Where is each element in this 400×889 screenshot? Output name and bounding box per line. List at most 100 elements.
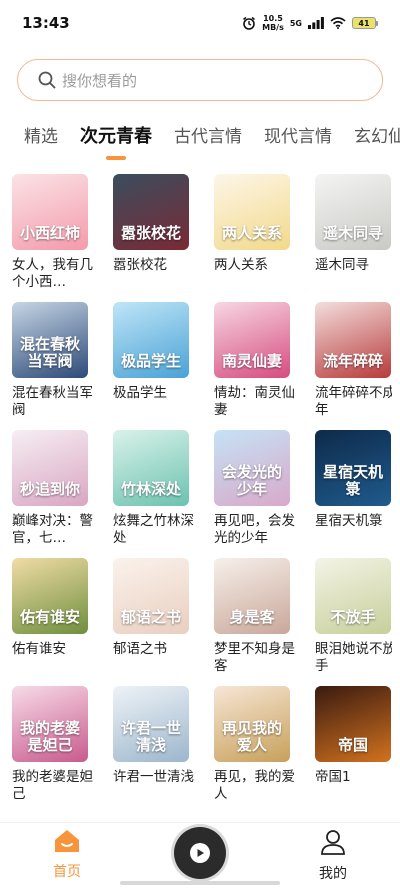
search-icon (38, 71, 56, 89)
book-title[interactable]: 郁语之书 (113, 641, 197, 658)
book-cover-title: 流年碎碎 (322, 352, 383, 370)
book-cover[interactable]: 身是客 (214, 558, 290, 634)
book-card[interactable]: 星宿天机箓 星宿天机箓 (315, 430, 391, 558)
battery-icon: 41 (352, 17, 378, 29)
book-cover-title: 身是客 (229, 608, 275, 626)
book-cover[interactable]: 佑有谁安 (12, 558, 88, 634)
book-cover-title: 许君一世清浅 (120, 719, 181, 754)
book-cover[interactable]: 我的老婆是妲己 (12, 686, 88, 762)
book-cover[interactable]: 嚣张校花 (113, 174, 189, 250)
book-card[interactable]: 郁语之书 郁语之书 (113, 558, 189, 686)
network-type: 5G (289, 18, 302, 28)
nav-mine[interactable]: 我的 (303, 829, 363, 883)
book-cover[interactable]: 遥木同寻 (315, 174, 391, 250)
tab-1[interactable]: 次元青春 (80, 118, 152, 156)
wifi-icon (330, 17, 346, 29)
book-card[interactable]: 小西红柿女人，我有几个小西… (12, 174, 93, 302)
book-title[interactable]: 佑有谁安 (12, 641, 96, 658)
book-title[interactable]: 女人，我有几个小西… (12, 257, 96, 291)
book-card[interactable]: 流年碎碎流年碎碎不成年 (315, 302, 392, 430)
home-icon (55, 830, 79, 852)
book-title[interactable]: 梦里不知身是客 (214, 641, 298, 675)
book-cover[interactable]: 再见我的爱人 (214, 686, 290, 762)
book-title[interactable]: 两人关系 (214, 257, 298, 274)
net-speed-value: 10.5 (263, 14, 283, 23)
book-title[interactable]: 许君一世清浅 (113, 769, 197, 786)
book-cover[interactable]: 南灵仙妻 (214, 302, 290, 378)
book-cover-title: 嚣张校花 (120, 224, 181, 242)
category-tabs: 精选次元青春古代言情现代言情玄幻仙侠 (24, 118, 400, 166)
book-cover-title: 两人关系 (221, 224, 282, 242)
book-cover-title: 不放手 (330, 608, 376, 626)
book-cover-title: 竹林深处 (120, 480, 181, 498)
book-cover-title: 我的老婆是妲己 (19, 719, 80, 754)
book-card[interactable]: 嚣张校花 嚣张校花 (113, 174, 189, 302)
book-card[interactable]: 我的老婆是妲己 我的老婆是妲己 (12, 686, 93, 814)
book-card[interactable]: 帝国帝国1 (315, 686, 391, 814)
book-card[interactable]: 不放手眼泪她说不放手 (315, 558, 392, 686)
book-title[interactable]: 极品学生 (113, 385, 197, 402)
search-placeholder: 搜你想看的 (62, 71, 138, 90)
book-cover[interactable]: 两人关系 (214, 174, 290, 250)
book-card[interactable]: 两人关系 两人关系 (214, 174, 290, 302)
book-cover[interactable]: 混在春秋当军阀 (12, 302, 88, 378)
book-card[interactable]: 会发光的少年再见吧，会发光的少年 (214, 430, 295, 558)
book-card[interactable]: 秒追到你巅峰对决：警官，七… (12, 430, 93, 558)
book-cover[interactable]: 流年碎碎 (315, 302, 391, 378)
book-cover[interactable]: 竹林深处 (113, 430, 189, 506)
book-title[interactable]: 遥木同寻 (315, 257, 392, 274)
home-indicator (120, 881, 280, 885)
book-title[interactable]: 眼泪她说不放手 (315, 641, 392, 675)
book-cover[interactable]: 极品学生 (113, 302, 189, 378)
play-icon (190, 843, 210, 863)
tab-0[interactable]: 精选 (24, 118, 58, 156)
book-cover-title: 混在春秋当军阀 (19, 335, 80, 370)
book-card[interactable]: 竹林深处炫舞之竹林深处 (113, 430, 194, 558)
book-cover[interactable]: 会发光的少年 (214, 430, 290, 506)
book-title[interactable]: 再见吧，会发光的少年 (214, 513, 298, 547)
book-cover[interactable]: 秒追到你 (12, 430, 88, 506)
book-cover-title: 小西红柿 (19, 224, 80, 242)
book-card[interactable]: 极品学生 极品学生 (113, 302, 189, 430)
book-title[interactable]: 巅峰对决：警官，七… (12, 513, 96, 547)
tab-2[interactable]: 古代言情 (174, 118, 242, 156)
book-title[interactable]: 星宿天机箓 (315, 513, 392, 530)
net-speed-unit: MB/s (262, 23, 284, 32)
book-title[interactable]: 流年碎碎不成年 (315, 385, 392, 419)
book-title[interactable]: 我的老婆是妲己 (12, 769, 96, 803)
signal-icon (308, 17, 324, 29)
book-card[interactable]: 再见我的爱人再见，我的爱人 (214, 686, 295, 814)
book-cover[interactable]: 许君一世清浅 (113, 686, 189, 762)
play-button[interactable] (174, 827, 226, 879)
search-bar[interactable]: 搜你想看的 (17, 59, 383, 101)
book-title[interactable]: 再见，我的爱人 (214, 769, 298, 803)
nav-home[interactable]: 首页 (37, 829, 97, 881)
alarm-icon (243, 16, 256, 30)
book-grid: 小西红柿 女人，我有几个小西… 嚣张校花 嚣张校花 两人关系 两人关系 遥木同寻 遥木同寻 混在… (12, 174, 392, 814)
book-card[interactable]: 南灵仙妻情劫：南灵仙妻 (214, 302, 295, 430)
book-title[interactable]: 混在春秋当军阀 (12, 385, 96, 419)
book-cover[interactable]: 不放手 (315, 558, 391, 634)
book-cover[interactable]: 郁语之书 (113, 558, 189, 634)
book-cover[interactable]: 帝国 (315, 686, 391, 762)
book-cover-title: 会发光的少年 (221, 463, 282, 498)
tab-3[interactable]: 现代言情 (264, 118, 332, 156)
status-icons: 10.5 MB/s 5G 41 (242, 14, 378, 32)
book-cover-title: 佑有谁安 (19, 608, 80, 626)
book-card[interactable]: 混在春秋当军阀 混在春秋当军阀 (12, 302, 93, 430)
book-card[interactable]: 身是客梦里不知身是客 (214, 558, 295, 686)
book-card[interactable]: 许君一世清浅 许君一世清浅 (113, 686, 194, 814)
net-speed: 10.5 MB/s (262, 14, 284, 32)
book-cover-title: 再见我的爱人 (221, 719, 282, 754)
book-cover-title: 遥木同寻 (322, 224, 383, 242)
book-title[interactable]: 炫舞之竹林深处 (113, 513, 197, 547)
book-cover-title: 秒追到你 (19, 480, 80, 498)
book-card[interactable]: 佑有谁安 佑有谁安 (12, 558, 88, 686)
book-title[interactable]: 嚣张校花 (113, 257, 197, 274)
book-cover[interactable]: 小西红柿 (12, 174, 88, 250)
book-cover[interactable]: 星宿天机箓 (315, 430, 391, 506)
book-title[interactable]: 情劫：南灵仙妻 (214, 385, 298, 419)
tab-4[interactable]: 玄幻仙侠 (354, 118, 400, 156)
book-title[interactable]: 帝国1 (315, 769, 392, 786)
book-card[interactable]: 遥木同寻 遥木同寻 (315, 174, 391, 302)
